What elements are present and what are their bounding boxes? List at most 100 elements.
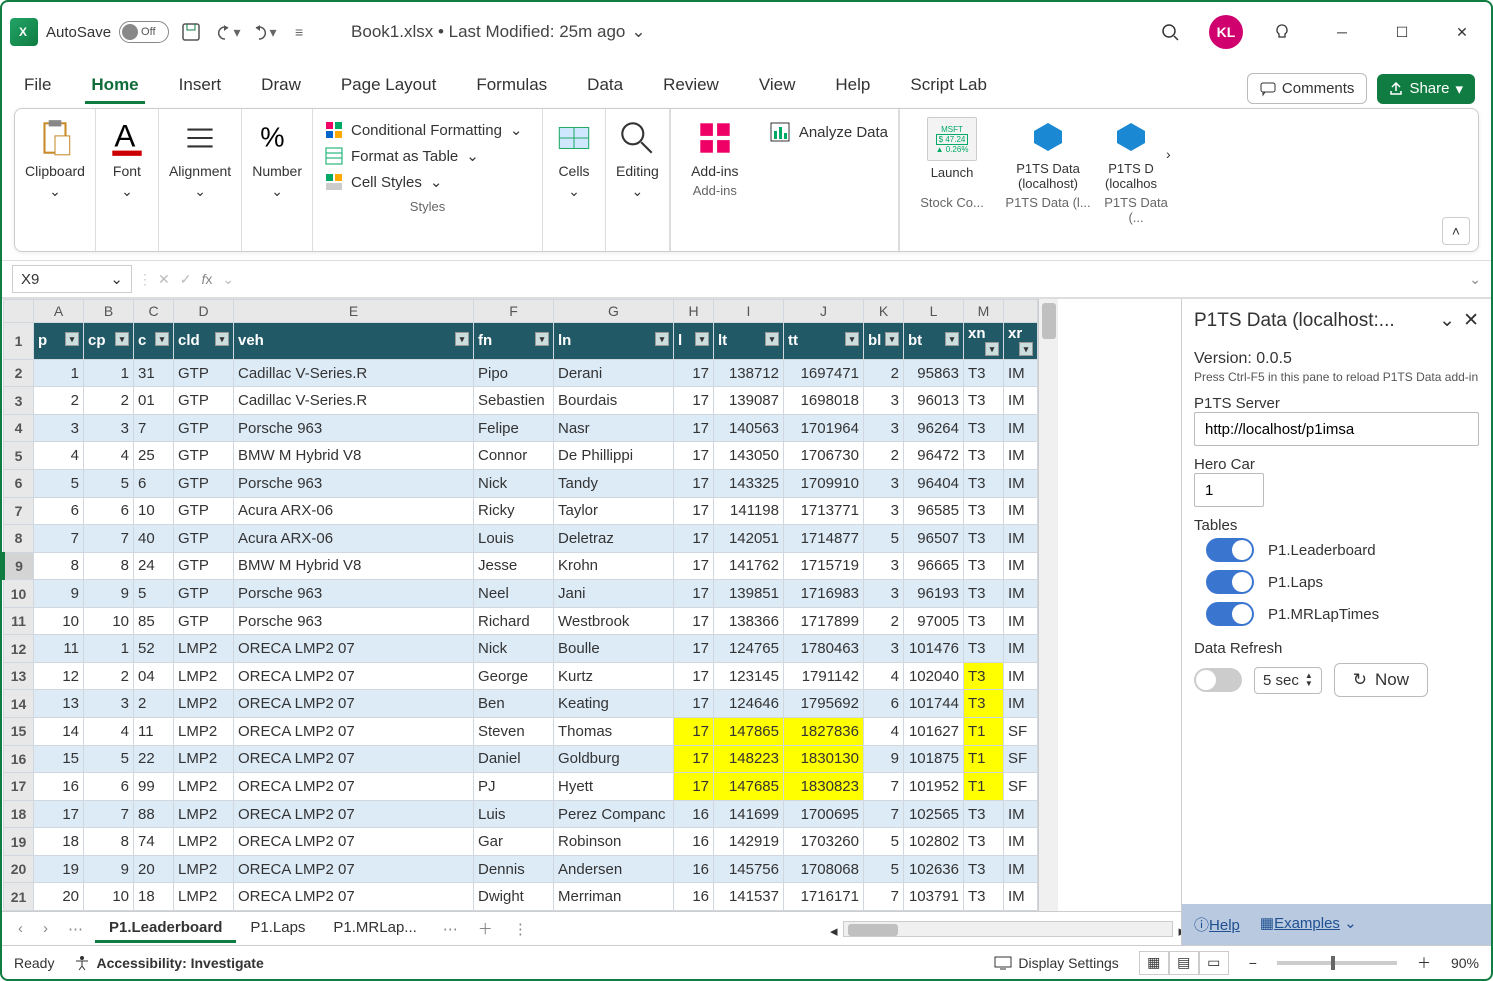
cell[interactable]: Merriman xyxy=(554,883,674,911)
cell[interactable]: 13 xyxy=(34,690,84,718)
table-header[interactable]: veh▾ xyxy=(234,322,474,359)
cell[interactable]: Cadillac V-Series.R xyxy=(234,387,474,415)
cell[interactable]: 17 xyxy=(674,414,714,442)
filter-icon[interactable]: ▾ xyxy=(765,332,779,346)
addins-overflow[interactable]: › xyxy=(1166,117,1186,191)
cell[interactable]: 12 xyxy=(34,662,84,690)
cell[interactable]: 18 xyxy=(134,883,174,911)
cell[interactable]: Ben xyxy=(474,690,554,718)
cell[interactable]: 141762 xyxy=(714,552,784,580)
zoom-in-button[interactable]: ＋ xyxy=(1417,953,1431,973)
cell[interactable]: IM xyxy=(1004,662,1038,690)
cell[interactable]: Louis xyxy=(474,525,554,553)
cell[interactable]: Dennis xyxy=(474,855,554,883)
format-as-table-button[interactable]: Format as Table ⌄ xyxy=(325,143,530,169)
comments-button[interactable]: Comments xyxy=(1247,73,1368,104)
cell[interactable]: 101627 xyxy=(904,718,964,746)
cell[interactable]: Pipo xyxy=(474,359,554,387)
tab-script-lab[interactable]: Script Lab xyxy=(904,69,993,104)
cell[interactable]: ORECA LMP2 07 xyxy=(234,635,474,663)
cell[interactable]: 10 xyxy=(84,607,134,635)
filter-icon[interactable]: ▾ xyxy=(1019,342,1033,356)
cell[interactable]: 17 xyxy=(674,773,714,801)
cell[interactable]: 3 xyxy=(864,580,904,608)
cell[interactable]: Nick xyxy=(474,469,554,497)
tab-formulas[interactable]: Formulas xyxy=(470,69,553,104)
cell[interactable]: 142919 xyxy=(714,828,784,856)
cell[interactable]: 17 xyxy=(674,635,714,663)
cell[interactable]: 1716983 xyxy=(784,580,864,608)
tab-data[interactable]: Data xyxy=(581,69,629,104)
cell[interactable]: IM xyxy=(1004,525,1038,553)
cell[interactable]: T1 xyxy=(964,745,1004,773)
zoom-out-button[interactable]: − xyxy=(1249,955,1257,971)
clipboard-button[interactable]: Clipboard⌄ xyxy=(25,117,85,200)
cell[interactable]: LMP2 xyxy=(174,855,234,883)
cell[interactable]: 7 xyxy=(864,883,904,911)
horizontal-scrollbar[interactable]: ◂▸ xyxy=(843,921,1173,937)
cell[interactable]: Luis xyxy=(474,800,554,828)
addins-button[interactable]: Add-ins xyxy=(675,117,755,179)
cell[interactable]: T3 xyxy=(964,359,1004,387)
cell[interactable]: 20 xyxy=(34,883,84,911)
cell[interactable]: 10 xyxy=(84,883,134,911)
cell[interactable]: 04 xyxy=(134,662,174,690)
cell[interactable]: T1 xyxy=(964,773,1004,801)
cell[interactable]: 1827836 xyxy=(784,718,864,746)
cell[interactable]: 1717899 xyxy=(784,607,864,635)
cell[interactable]: Krohn xyxy=(554,552,674,580)
filter-icon[interactable]: ▾ xyxy=(535,332,549,346)
filter-icon[interactable]: ▾ xyxy=(655,332,669,346)
cell[interactable]: IM xyxy=(1004,552,1038,580)
cell[interactable]: Keating xyxy=(554,690,674,718)
cell[interactable]: T3 xyxy=(964,883,1004,911)
cell[interactable]: Bourdais xyxy=(554,387,674,415)
cell[interactable]: 2 xyxy=(864,359,904,387)
table-header[interactable]: cp▾ xyxy=(84,322,134,359)
cell[interactable]: 11 xyxy=(134,718,174,746)
cell[interactable]: T3 xyxy=(964,469,1004,497)
cell[interactable]: 17 xyxy=(674,745,714,773)
cell[interactable]: 103791 xyxy=(904,883,964,911)
table-header[interactable]: bl▾ xyxy=(864,322,904,359)
cell[interactable]: 88 xyxy=(134,800,174,828)
cell[interactable]: 142051 xyxy=(714,525,784,553)
cell[interactable]: LMP2 xyxy=(174,662,234,690)
cell[interactable]: 1714877 xyxy=(784,525,864,553)
cell[interactable]: ORECA LMP2 07 xyxy=(234,855,474,883)
zoom-slider[interactable] xyxy=(1277,961,1397,965)
cell[interactable]: 101744 xyxy=(904,690,964,718)
cell[interactable]: 147685 xyxy=(714,773,784,801)
cell[interactable]: 6 xyxy=(864,690,904,718)
examples-link[interactable]: ▦Examples ⌄ xyxy=(1260,914,1357,935)
cell[interactable]: T3 xyxy=(964,525,1004,553)
cell[interactable]: 97005 xyxy=(904,607,964,635)
filter-icon[interactable]: ▾ xyxy=(945,332,959,346)
share-button[interactable]: Share ▾ xyxy=(1377,74,1475,104)
cell[interactable]: Jani xyxy=(554,580,674,608)
filter-icon[interactable]: ▾ xyxy=(455,332,469,346)
save-icon[interactable] xyxy=(177,18,205,46)
chevron-down-icon[interactable]: ⌄ xyxy=(1439,309,1455,332)
cell[interactable]: 101476 xyxy=(904,635,964,663)
cell[interactable]: 5 xyxy=(864,525,904,553)
cell[interactable]: Acura ARX-06 xyxy=(234,525,474,553)
cells-button[interactable]: Cells⌄ xyxy=(553,117,595,200)
cell[interactable]: T3 xyxy=(964,442,1004,470)
cell[interactable]: 95863 xyxy=(904,359,964,387)
cell[interactable]: 8 xyxy=(34,552,84,580)
cell[interactable]: BMW M Hybrid V8 xyxy=(234,442,474,470)
table-header[interactable]: xn▾ xyxy=(964,322,1004,359)
cell[interactable]: 102636 xyxy=(904,855,964,883)
page-break-view-icon[interactable]: ▭ xyxy=(1199,951,1229,975)
lightbulb-icon[interactable] xyxy=(1261,14,1303,50)
cell[interactable]: 1708068 xyxy=(784,855,864,883)
cell[interactable]: 3 xyxy=(864,387,904,415)
alignment-button[interactable]: Alignment⌄ xyxy=(169,117,231,200)
cell[interactable]: Tandy xyxy=(554,469,674,497)
table-toggle[interactable] xyxy=(1206,538,1254,562)
cell[interactable]: 102802 xyxy=(904,828,964,856)
cell[interactable]: Acura ARX-06 xyxy=(234,497,474,525)
cell[interactable]: 143325 xyxy=(714,469,784,497)
cell[interactable]: 138366 xyxy=(714,607,784,635)
